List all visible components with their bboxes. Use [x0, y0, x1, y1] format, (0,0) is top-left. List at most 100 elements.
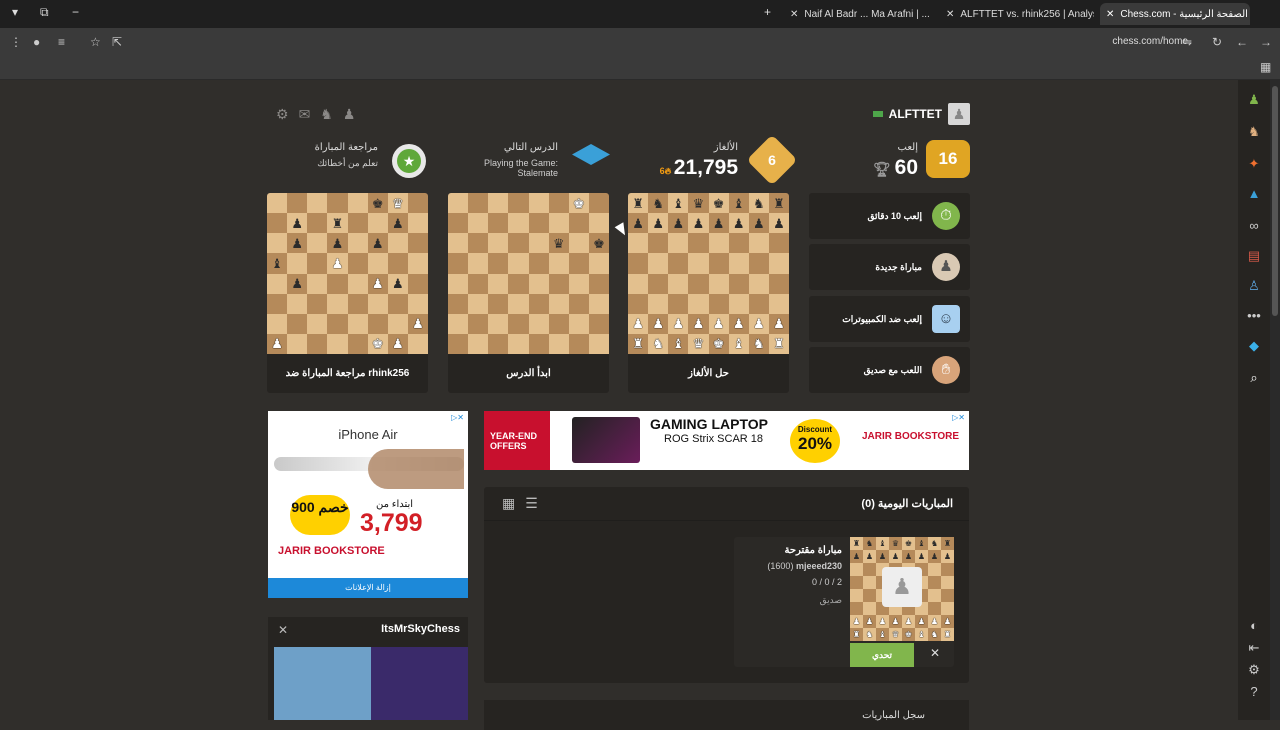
board-square: [588, 333, 609, 354]
ad-title: iPhone Air: [338, 427, 398, 442]
board-square: [468, 253, 489, 274]
url-text[interactable]: chess.com/home: [1112, 36, 1188, 47]
remove-ads-button[interactable]: إزالة الإعلانات: [268, 578, 468, 598]
theme-icon[interactable]: ◐: [1246, 618, 1262, 634]
stat-puzzles[interactable]: الألغاز 6🔥︎ 21,795 6: [640, 134, 798, 186]
bookmark-star-icon[interactable]: ☆: [90, 35, 101, 49]
puzzle-icon[interactable]: ♞: [1246, 124, 1262, 140]
chess-piece: ♞: [930, 538, 939, 548]
reload-icon[interactable]: ↻: [1212, 35, 1222, 49]
new-tab-icon[interactable]: +: [764, 5, 771, 19]
banner-brand: JARIR BOOKSTORE: [862, 431, 960, 442]
board-square: [941, 563, 954, 576]
stat-review[interactable]: مراجعة المباراة تعلم من أخطائك ★: [300, 140, 430, 182]
streamer-name[interactable]: ItsMrSkyChess: [381, 623, 460, 635]
board-square: [528, 253, 549, 274]
username[interactable]: ALFTTET: [889, 107, 942, 121]
board-square: [548, 193, 569, 214]
close-tab-icon[interactable]: ✕: [790, 9, 798, 20]
window-icon[interactable]: ⧉: [40, 5, 49, 20]
stream-video[interactable]: [274, 647, 468, 720]
chess-piece: ♜: [632, 195, 644, 211]
stream-widget[interactable]: ✕ ItsMrSkyChess: [268, 617, 468, 720]
ad-info-icon[interactable]: ▷✕: [451, 413, 464, 422]
apps-grid-icon[interactable]: ▦: [1260, 60, 1271, 74]
play-friend-button[interactable]: اللعب مع صديق ✋︎: [809, 347, 970, 393]
list-view-icon[interactable]: ☰: [525, 495, 538, 512]
opponent-avatar: ♟: [882, 567, 922, 607]
scrollbar[interactable]: [1270, 80, 1280, 720]
menu-icon[interactable]: ⋮: [10, 35, 22, 49]
board-square: ♝: [876, 537, 889, 550]
forward-icon[interactable]: →: [1260, 35, 1272, 49]
puzzles-icon[interactable]: ✦: [1246, 156, 1262, 172]
profile-icon[interactable]: ●: [33, 35, 40, 49]
tab-music[interactable]: ✕ Naif Al Badr ... Ma Arafni | ...: [790, 3, 940, 25]
suggested-game[interactable]: ♜ ♞ ♝ ♛ ♚ ♝ ♞ ♜ ♟ ♟ ♟ ♟ ♟ ♟ ♟ ♟ ♟ ♟ ♟ ♟ ♟ ♟ ♟ ♟ ♜ ♞ ♝ ♛ ♚ ♝ ♞ ♜ ♟ مبارا…: [734, 537, 954, 667]
chess-piece: ♟: [692, 316, 705, 332]
tab-chess-home[interactable]: ✕ Chess.com - الصفحة الرئيسية: [1100, 3, 1250, 25]
card-lesson[interactable]: ♚ ♛ ♚ ابدأ الدرس: [448, 193, 609, 393]
more-icon[interactable]: •••: [1246, 308, 1262, 324]
card-puzzles[interactable]: ♜ ♞ ♝ ♛ ♚ ♝ ♞ ♜ ♟ ♟ ♟ ♟ ♟ ♟ ♟ ♟ ♟ ♟ ♟ ♟ ♟ ♟ ♟ ♟ ♜ ♞ ♝ ♛ ♚ ♝ ♞ ♜ حل الأل…: [628, 193, 789, 393]
opponent-name[interactable]: mjeeed230: [796, 561, 842, 571]
board-square: [347, 233, 368, 254]
tune-icon[interactable]: ⇋: [1182, 35, 1192, 49]
news-icon[interactable]: ▤: [1246, 248, 1262, 264]
collapse-icon[interactable]: ⇤: [1246, 640, 1262, 656]
chess-piece: ♟: [391, 276, 404, 292]
play-10-min-button[interactable]: إلعب 10 دقائق ⏱︎: [809, 193, 970, 239]
diamond-icon[interactable]: ◆: [1246, 338, 1262, 354]
board-square: [588, 253, 609, 274]
banner-discount: Discount 20%: [790, 419, 840, 463]
knight-icon[interactable]: ♞: [320, 106, 333, 123]
board-square: [307, 213, 328, 234]
ad-info-icon[interactable]: ▷✕: [952, 413, 965, 422]
settings-icon[interactable]: ⚙: [276, 106, 289, 123]
search-icon[interactable]: ⌕: [1246, 370, 1262, 386]
board-square: [688, 293, 709, 314]
grid-view-icon[interactable]: ▦: [502, 495, 515, 512]
board-square: [307, 193, 328, 214]
ad-iphone[interactable]: ▷✕ iPhone Air ابتداء من 3,799 خصم 900 JA…: [268, 411, 468, 598]
learn-icon[interactable]: ▲: [1246, 186, 1262, 202]
computer-icon: ☺: [932, 305, 960, 333]
watch-icon[interactable]: ∞: [1246, 218, 1262, 234]
address-bar: ⋮ ● ≡ ☆ ⇱ chess.com/home ⇋ ↻ ← →: [0, 28, 1280, 56]
reader-icon[interactable]: ≡: [58, 35, 65, 49]
challenge-button[interactable]: تحدي: [850, 643, 914, 667]
social-icon[interactable]: ♙: [1246, 278, 1262, 294]
board-square: ♚: [902, 537, 915, 550]
board-square: ♟: [768, 313, 789, 334]
board-square: [568, 293, 589, 314]
board-square: [488, 253, 509, 274]
scrollbar-thumb[interactable]: [1272, 86, 1278, 316]
friends-icon[interactable]: ♟: [343, 106, 356, 123]
card-game-review[interactable]: ♚ ♛ ♟ ♜ ♟ ♟ ♟ ♟ ♝ ♟ ♟ ♟ ♟ ♟ ♟ ♚ ♟ مراجعة المباراة ضد rhi…: [267, 193, 428, 393]
stat-lesson[interactable]: الدرس التالي Playing the Game: Stalemate: [470, 140, 610, 182]
pawn-icon[interactable]: ♟: [1246, 92, 1262, 108]
ad-banner[interactable]: YEAR-END OFFERS GAMING LAPTOP ROG Strix …: [484, 411, 969, 470]
minimize-icon[interactable]: −: [72, 5, 79, 19]
dismiss-icon[interactable]: ✕: [930, 646, 940, 660]
close-tab-icon[interactable]: ✕: [1106, 9, 1114, 20]
help-icon[interactable]: ?: [1246, 684, 1262, 700]
new-game-button[interactable]: مباراة جديدة ♟: [809, 244, 970, 290]
play-computer-button[interactable]: إلعب ضد الكمبيوترات ☺: [809, 296, 970, 342]
board-square: [528, 313, 549, 334]
mail-icon[interactable]: ✉: [299, 106, 311, 123]
back-icon[interactable]: ←: [1236, 35, 1248, 49]
stat-play[interactable]: إلعب 🏆︎ 60 16: [826, 140, 970, 182]
board-square: [508, 273, 529, 294]
close-tab-icon[interactable]: ✕: [946, 9, 954, 20]
stat-review-subtitle: تعلم من أخطائك: [317, 158, 378, 168]
board-square: ♝: [728, 193, 749, 214]
avatar[interactable]: ♟: [948, 103, 970, 125]
board-square: [941, 602, 954, 615]
settings-icon[interactable]: ⚙: [1246, 662, 1262, 678]
board-square: [407, 293, 428, 314]
tab-search-icon[interactable]: ▾: [12, 5, 18, 19]
close-icon[interactable]: ✕: [278, 623, 288, 637]
tab-analysis[interactable]: ✕ ALFTTET vs. rhink256 | Analysis: [946, 3, 1094, 25]
share-icon[interactable]: ⇱: [112, 35, 122, 49]
